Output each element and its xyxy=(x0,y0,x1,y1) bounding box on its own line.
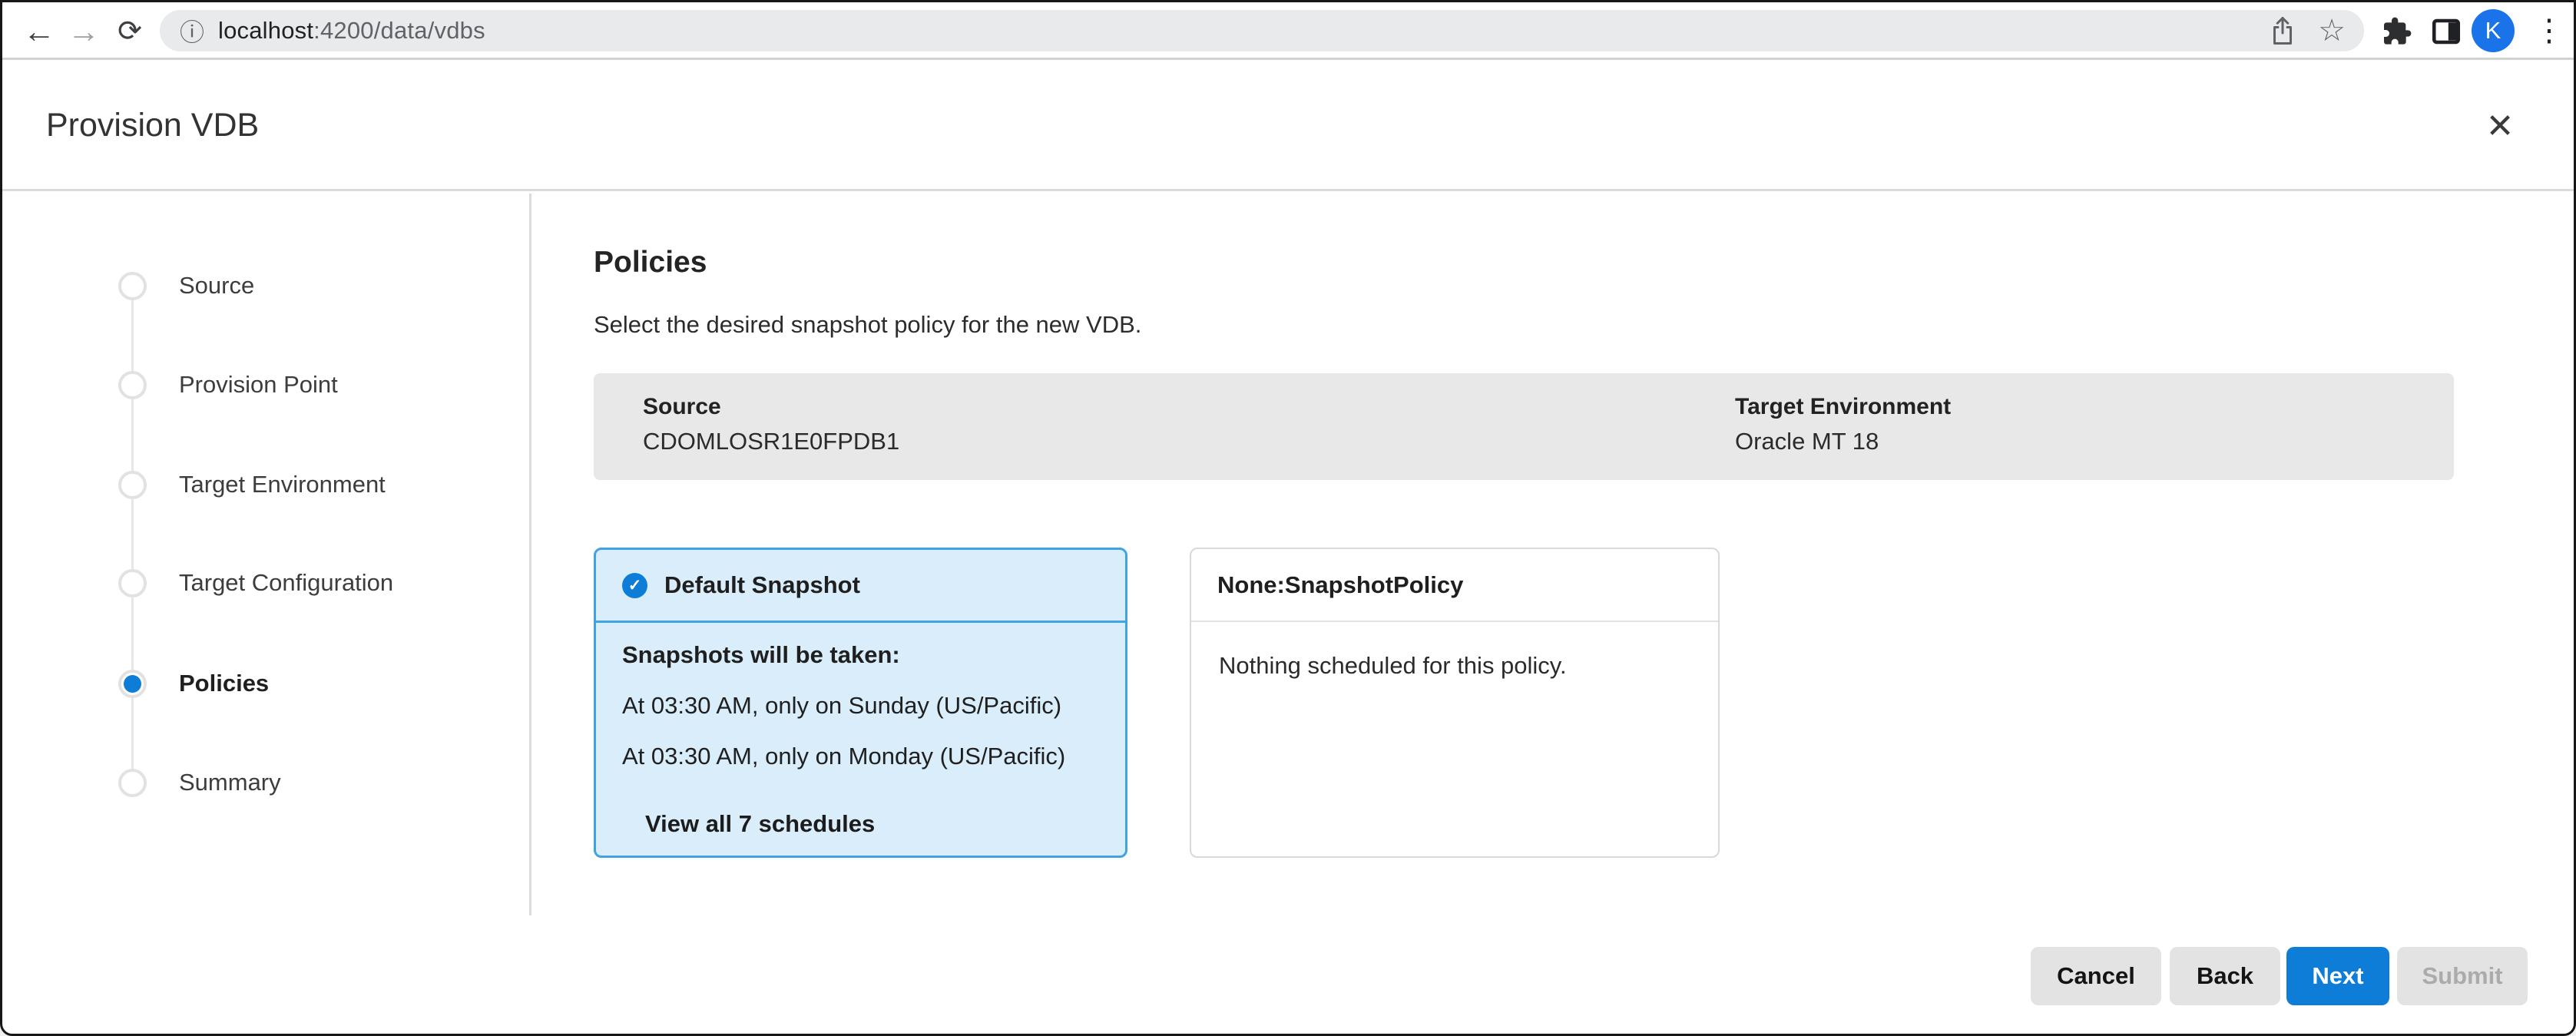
nothing-scheduled-text: Nothing scheduled for this policy. xyxy=(1219,652,1695,680)
policy-card-header: ✓ Default Snapshot xyxy=(596,550,1125,623)
step-circle xyxy=(118,769,147,797)
step-label: Summary xyxy=(179,769,281,796)
cancel-button[interactable]: Cancel xyxy=(2031,947,2161,1005)
profile-avatar[interactable]: K xyxy=(2472,9,2515,52)
stepper-connector-line xyxy=(131,286,134,783)
reload-icon[interactable]: ⟳ xyxy=(111,13,148,50)
policy-card-body: Nothing scheduled for this policy. xyxy=(1191,622,1718,680)
view-all-schedules-link[interactable]: View all 7 schedules xyxy=(645,810,875,838)
policy-card-default-snapshot[interactable]: ✓ Default Snapshot Snapshots will be tak… xyxy=(594,548,1127,858)
step-circle xyxy=(118,569,147,597)
extensions-icon[interactable] xyxy=(2380,15,2414,48)
step-label: Policies xyxy=(179,670,269,697)
section-heading: Policies xyxy=(594,246,707,280)
step-circle xyxy=(118,272,147,300)
bookmark-star-icon[interactable]: ☆ xyxy=(2316,15,2347,46)
sidebar-divider xyxy=(529,194,531,915)
page-title: Provision VDB xyxy=(46,62,259,189)
policy-card-header: None:SnapshotPolicy xyxy=(1191,549,1718,622)
selected-check-icon: ✓ xyxy=(622,573,647,598)
share-icon[interactable] xyxy=(2267,15,2298,46)
step-label: Target Environment xyxy=(179,471,386,498)
summary-source: Source CDOMLOSR1E0FPDB1 xyxy=(643,394,899,455)
step-circle xyxy=(118,371,147,399)
next-button[interactable]: Next xyxy=(2286,947,2389,1005)
step-label: Provision Point xyxy=(179,371,338,399)
url-path: :4200/data/vdbs xyxy=(313,17,485,45)
url-text[interactable]: localhost:4200/data/vdbs xyxy=(218,10,485,51)
side-panel-icon[interactable] xyxy=(2429,15,2463,48)
browser-menu-icon[interactable]: ⋮ xyxy=(2532,13,2566,48)
step-label: Target Configuration xyxy=(179,569,393,597)
submit-button[interactable]: Submit xyxy=(2397,947,2528,1005)
back-icon[interactable]: ← xyxy=(21,13,58,50)
policy-card-body: Snapshots will be taken: At 03:30 AM, on… xyxy=(596,623,1125,838)
step-circle-active xyxy=(118,670,147,698)
section-subtitle: Select the desired snapshot policy for t… xyxy=(594,311,1141,339)
step-label: Source xyxy=(179,272,254,300)
summary-target: Target Environment Oracle MT 18 xyxy=(1735,394,1951,455)
schedule-line: At 03:30 AM, only on Sunday (US/Pacific) xyxy=(622,692,1102,720)
source-value: CDOMLOSR1E0FPDB1 xyxy=(643,428,899,455)
source-label: Source xyxy=(643,394,899,420)
close-icon[interactable]: ✕ xyxy=(2478,104,2521,147)
forward-icon[interactable]: → xyxy=(65,13,102,50)
source-target-summary: Source CDOMLOSR1E0FPDB1 Target Environme… xyxy=(594,373,2454,480)
schedule-line: At 03:30 AM, only on Monday (US/Pacific) xyxy=(622,743,1102,770)
dialog-header: Provision VDB ✕ xyxy=(2,62,2574,191)
step-circle xyxy=(118,471,147,499)
address-bar[interactable]: ⓘ localhost:4200/data/vdbs ☆ xyxy=(160,10,2364,51)
policy-card-none-snapshot-policy[interactable]: None:SnapshotPolicy Nothing scheduled fo… xyxy=(1190,548,1720,858)
policy-card-title: None:SnapshotPolicy xyxy=(1217,571,1463,599)
schedules-heading: Snapshots will be taken: xyxy=(622,641,1102,669)
browser-toolbar: ← → ⟳ ⓘ localhost:4200/data/vdbs ☆ xyxy=(2,2,2574,60)
url-host: localhost xyxy=(218,17,313,45)
policy-card-title: Default Snapshot xyxy=(664,571,860,599)
page-info-icon[interactable]: ⓘ xyxy=(180,10,204,51)
back-button[interactable]: Back xyxy=(2170,947,2280,1005)
target-environment-value: Oracle MT 18 xyxy=(1735,428,1951,455)
browser-window: ← → ⟳ ⓘ localhost:4200/data/vdbs ☆ xyxy=(0,0,2576,1036)
target-environment-label: Target Environment xyxy=(1735,394,1951,420)
